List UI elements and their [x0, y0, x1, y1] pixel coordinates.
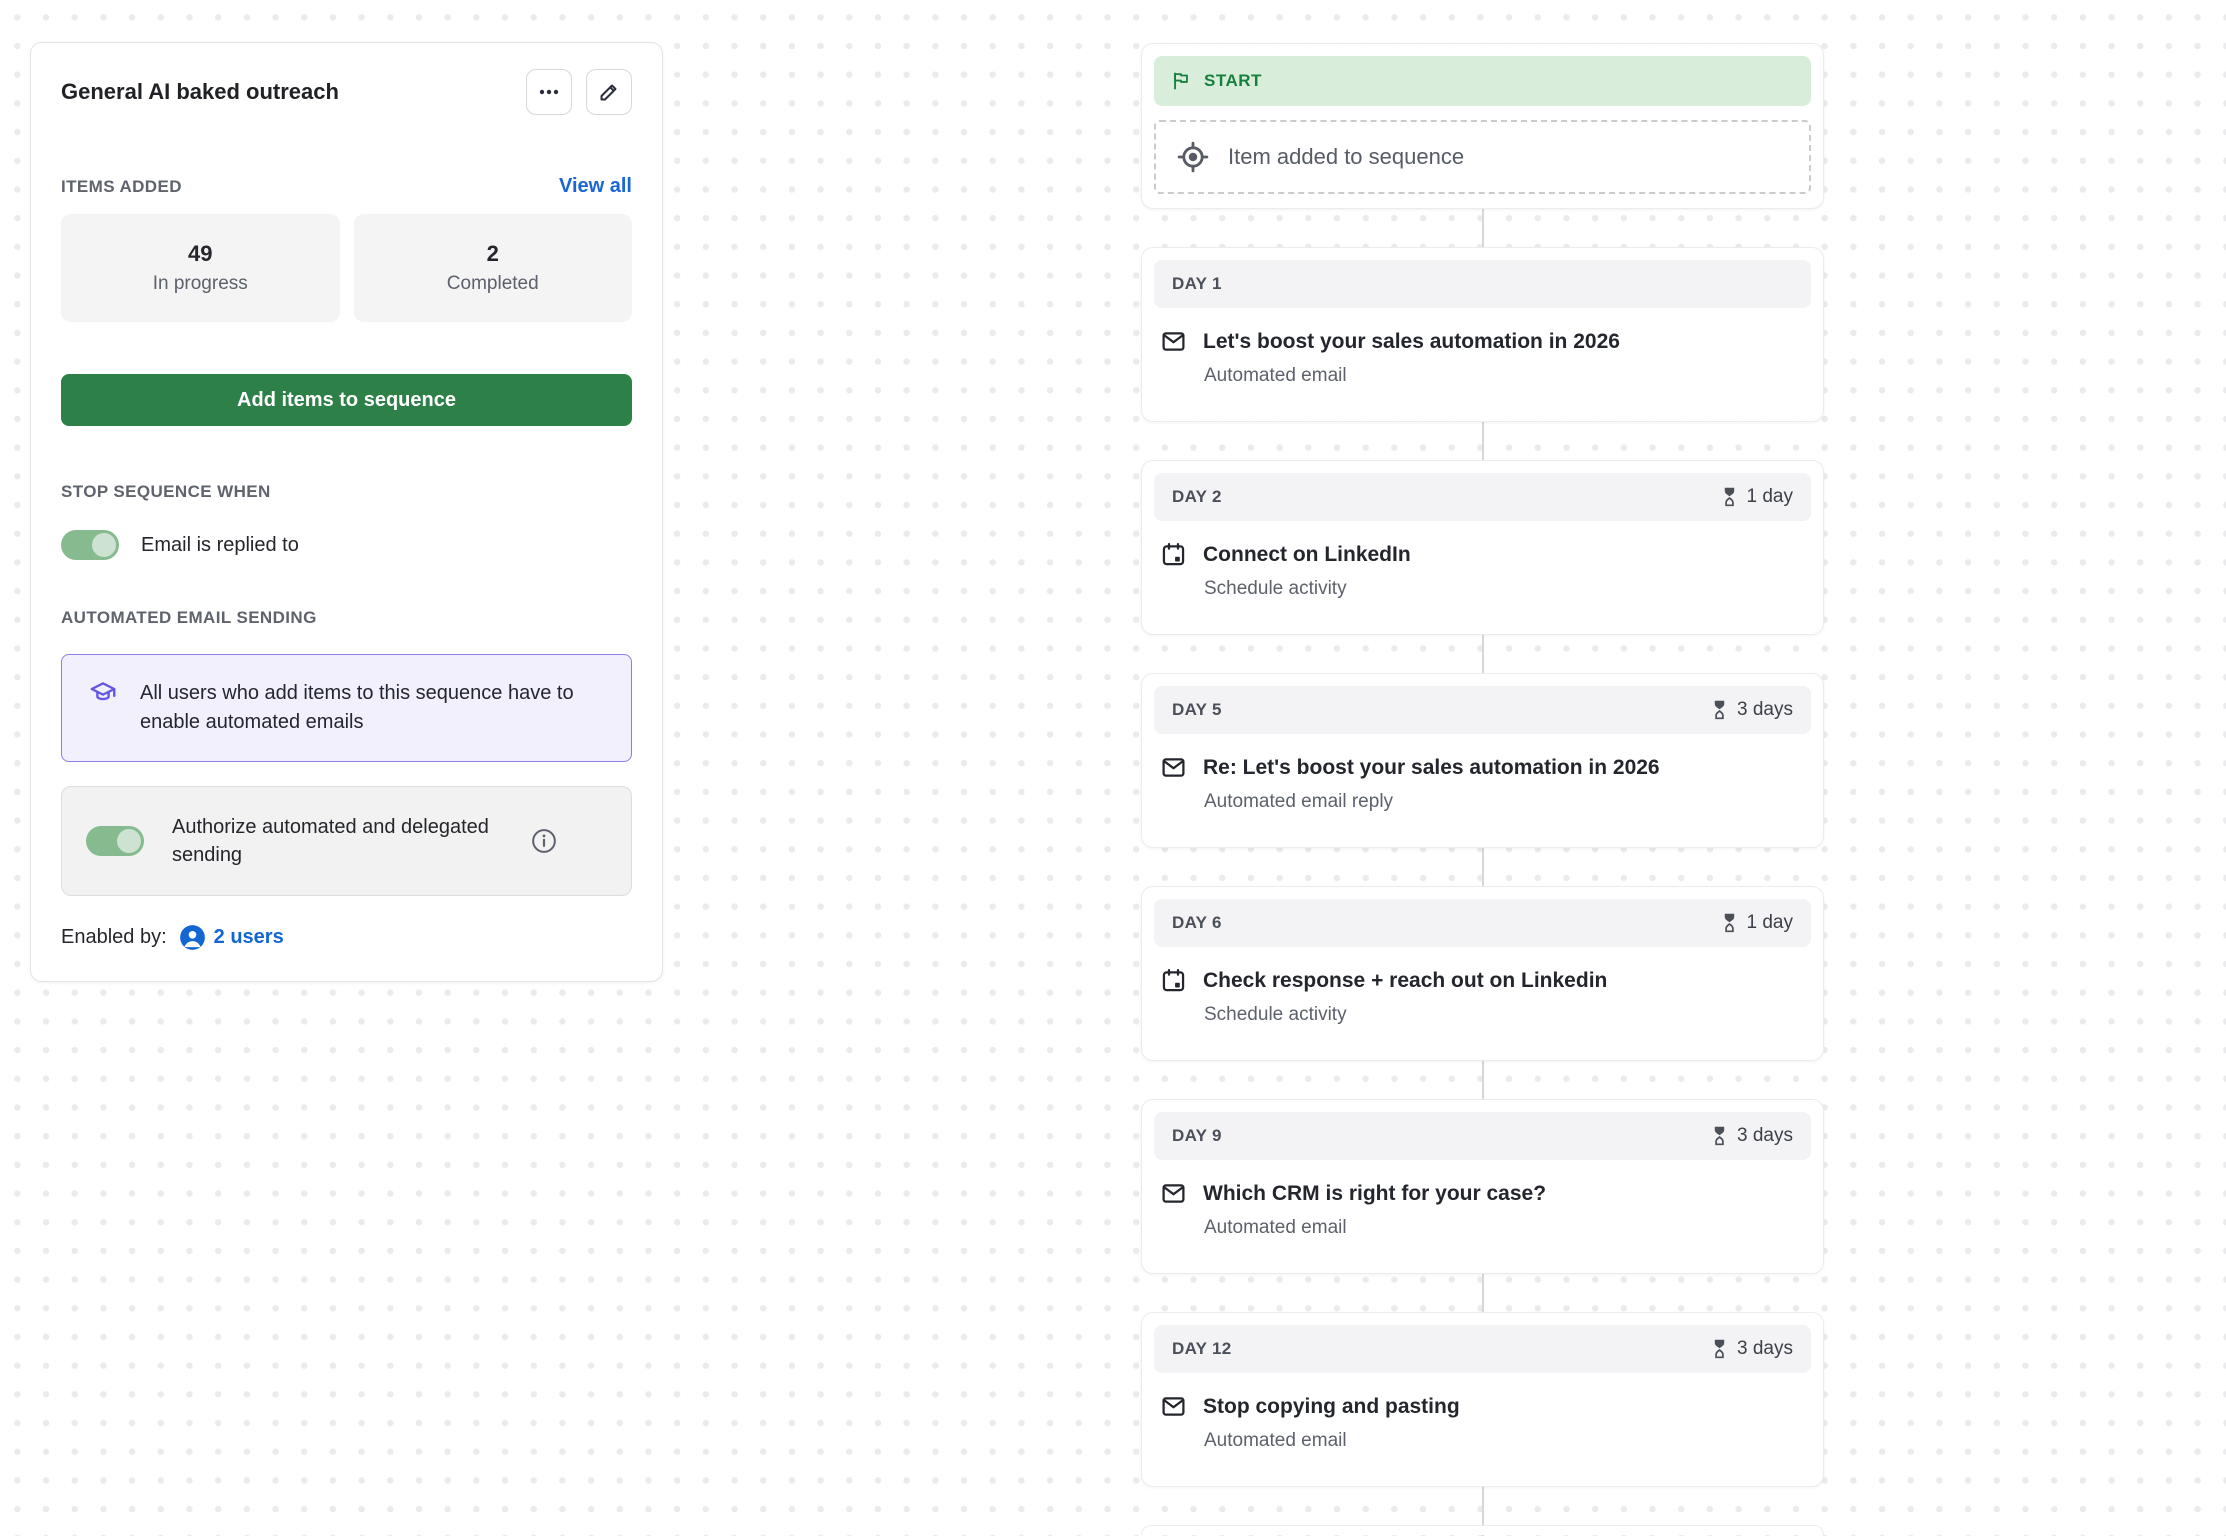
graduation-cap-icon — [88, 679, 118, 709]
in-progress-stat: 49 In progress — [61, 214, 340, 322]
add-items-button[interactable]: Add items to sequence — [61, 374, 632, 426]
start-node-card: START Item added to sequence — [1141, 43, 1824, 209]
sequence-flow: START Item added to sequence DAY 1 — [1141, 43, 1824, 1536]
step-title: Connect on LinkedIn — [1203, 543, 1411, 567]
step-day-label: DAY 9 — [1172, 1126, 1222, 1146]
email-icon — [1160, 1393, 1187, 1420]
step-header: DAY 1 — [1154, 260, 1811, 308]
step-wait-badge: 1 day — [1721, 912, 1793, 934]
step-body: Connect on LinkedIn Schedule activity — [1154, 521, 1811, 600]
step-header: DAY 2 1 day — [1154, 473, 1811, 521]
trigger-label: Item added to sequence — [1228, 144, 1464, 170]
step-day-label: DAY 6 — [1172, 913, 1222, 933]
step-title: Let's boost your sales automation in 202… — [1203, 330, 1620, 354]
hourglass-icon — [1711, 1338, 1728, 1360]
email-replied-label: Email is replied to — [141, 534, 299, 557]
sequence-step-card[interactable]: DAY 2 1 day Connect on — [1141, 460, 1824, 635]
next-step-card-partial — [1141, 1525, 1824, 1535]
calendar-icon — [1160, 967, 1187, 994]
hourglass-icon — [1721, 912, 1738, 934]
ellipsis-icon — [537, 80, 561, 104]
calendar-icon — [1160, 541, 1187, 568]
pencil-icon — [597, 80, 621, 104]
authorize-box: Authorize automated and delegated sendin… — [61, 786, 632, 896]
step-header: DAY 12 3 days — [1154, 1325, 1811, 1373]
completed-count: 2 — [487, 241, 499, 267]
sequence-step-card[interactable]: DAY 9 3 days Which CRM — [1141, 1099, 1824, 1274]
completed-label: Completed — [447, 273, 539, 295]
step-day-label: DAY 5 — [1172, 700, 1222, 720]
in-progress-label: In progress — [153, 273, 248, 295]
flag-icon — [1170, 70, 1192, 92]
in-progress-count: 49 — [188, 241, 212, 267]
step-wait-text: 1 day — [1747, 486, 1793, 508]
step-title: Which CRM is right for your case? — [1203, 1182, 1546, 1206]
step-wait-badge: 3 days — [1711, 699, 1793, 721]
automated-email-note: All users who add items to this sequence… — [61, 654, 632, 762]
sequence-step-card[interactable]: DAY 1 Let's boost you — [1141, 247, 1824, 422]
step-day-label: DAY 12 — [1172, 1339, 1231, 1359]
step-subtitle: Automated email — [1204, 1217, 1795, 1239]
sequence-step-card[interactable]: DAY 12 3 days Stop cop — [1141, 1312, 1824, 1487]
users-count-link[interactable]: 2 users — [214, 926, 284, 949]
step-wait-badge: 3 days — [1711, 1125, 1793, 1147]
more-options-button[interactable] — [526, 69, 572, 115]
target-icon — [1176, 140, 1210, 174]
authorize-sending-toggle[interactable] — [86, 826, 144, 856]
step-subtitle: Automated email — [1204, 365, 1795, 387]
sequence-settings-panel: General AI baked outreach ITEMS ADDED Vi… — [30, 42, 663, 982]
enabled-users-link[interactable]: 2 users — [179, 924, 284, 951]
sequence-title: General AI baked outreach — [61, 79, 339, 105]
step-subtitle: Schedule activity — [1204, 578, 1795, 600]
step-wait-text: 1 day — [1747, 912, 1793, 934]
step-wait-text: 3 days — [1737, 1125, 1793, 1147]
step-subtitle: Schedule activity — [1204, 1004, 1795, 1026]
info-button[interactable] — [530, 827, 558, 855]
hourglass-icon — [1711, 1125, 1728, 1147]
step-body: Check response + reach out on Linkedin S… — [1154, 947, 1811, 1026]
email-icon — [1160, 754, 1187, 781]
sequence-step-card[interactable]: DAY 6 1 day Check resp — [1141, 886, 1824, 1061]
automated-sending-label: AUTOMATED EMAIL SENDING — [61, 608, 632, 628]
step-wait-badge: 3 days — [1711, 1338, 1793, 1360]
step-subtitle: Automated email — [1204, 1430, 1795, 1452]
email-icon — [1160, 328, 1187, 355]
start-banner: START — [1154, 56, 1811, 106]
step-header: DAY 6 1 day — [1154, 899, 1811, 947]
step-title: Check response + reach out on Linkedin — [1203, 969, 1607, 993]
view-all-link[interactable]: View all — [559, 175, 632, 198]
hourglass-icon — [1721, 486, 1738, 508]
hourglass-icon — [1711, 699, 1728, 721]
info-icon — [530, 827, 558, 855]
sequence-step-card[interactable]: DAY 5 3 days Re: Let's — [1141, 673, 1824, 848]
step-title: Re: Let's boost your sales automation in… — [1203, 756, 1660, 780]
step-body: Let's boost your sales automation in 202… — [1154, 308, 1811, 387]
email-replied-toggle[interactable] — [61, 530, 119, 560]
step-header: DAY 5 3 days — [1154, 686, 1811, 734]
step-day-label: DAY 1 — [1172, 274, 1222, 294]
email-icon — [1160, 1180, 1187, 1207]
step-wait-text: 3 days — [1737, 699, 1793, 721]
step-body: Which CRM is right for your case? Automa… — [1154, 1160, 1811, 1239]
step-body: Stop copying and pasting Automated email — [1154, 1373, 1811, 1452]
items-added-label: ITEMS ADDED — [61, 177, 182, 197]
authorize-label: Authorize automated and delegated sendin… — [172, 813, 502, 869]
step-header: DAY 9 3 days — [1154, 1112, 1811, 1160]
stop-sequence-label: STOP SEQUENCE WHEN — [61, 482, 632, 502]
step-day-label: DAY 2 — [1172, 487, 1222, 507]
user-icon — [179, 924, 206, 951]
trigger-box[interactable]: Item added to sequence — [1154, 120, 1811, 194]
edit-button[interactable] — [586, 69, 632, 115]
completed-stat: 2 Completed — [354, 214, 633, 322]
note-text: All users who add items to this sequence… — [140, 679, 600, 737]
enabled-by-label: Enabled by: — [61, 926, 167, 949]
start-label: START — [1204, 71, 1262, 91]
step-subtitle: Automated email reply — [1204, 791, 1795, 813]
step-wait-text: 3 days — [1737, 1338, 1793, 1360]
step-body: Re: Let's boost your sales automation in… — [1154, 734, 1811, 813]
step-wait-badge: 1 day — [1721, 486, 1793, 508]
step-title: Stop copying and pasting — [1203, 1395, 1460, 1419]
